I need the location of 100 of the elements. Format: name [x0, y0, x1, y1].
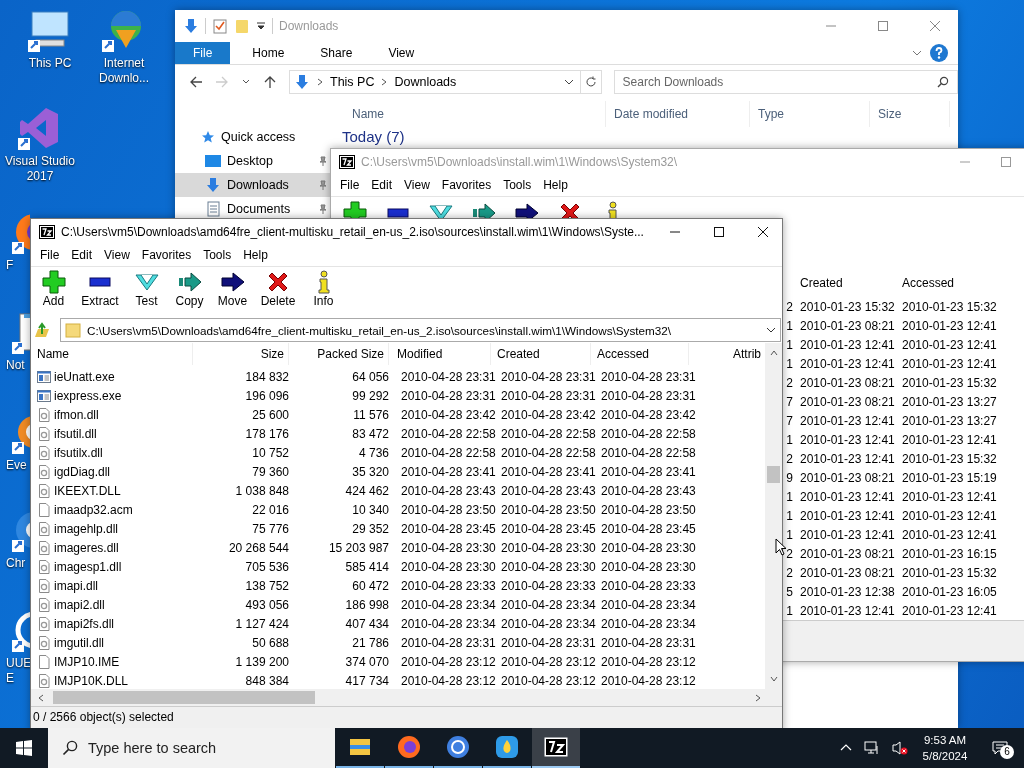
path-field[interactable]: C:\Users\vm5\Downloads\amd64fre_client-multisku_retail_en-us_2.iso\sources\install.wim\1\Windows\System32\: [60, 318, 781, 342]
scroll-up-icon[interactable]: [769, 349, 778, 357]
column-header[interactable]: Created: [798, 276, 900, 290]
breadcrumb-item[interactable]: This PC: [330, 75, 375, 89]
file-name-cell[interactable]: imagehlp.dll: [33, 521, 197, 536]
desktop-icon-label[interactable]: Chr: [6, 556, 32, 571]
toolbar-button[interactable]: Move: [212, 267, 253, 308]
file-name-cell[interactable]: imaadp32.acm: [33, 502, 197, 517]
ribbon-tab[interactable]: Home: [238, 42, 299, 64]
toolbar-button[interactable]: Copy: [169, 267, 210, 308]
breadcrumb-item[interactable]: Downloads: [394, 75, 457, 89]
desktop-icon-label[interactable]: UUE E: [6, 656, 32, 686]
scroll-thumb[interactable]: [767, 466, 780, 483]
desktop-icon-label[interactable]: This PC: [28, 56, 72, 71]
horizontal-scrollbar[interactable]: [31, 689, 782, 706]
checklist-icon[interactable]: [212, 18, 228, 34]
file-name-cell[interactable]: IMJP10.IME: [33, 654, 197, 669]
desktop-icon-label[interactable]: Not: [6, 358, 32, 373]
column-header[interactable]: Name: [330, 101, 606, 127]
column-header[interactable]: Type: [750, 101, 870, 127]
file-icon: [37, 502, 51, 517]
vertical-scrollbar[interactable]: [765, 343, 782, 689]
ribbon-tab[interactable]: Share: [306, 42, 367, 64]
network-icon[interactable]: [864, 740, 880, 756]
menu-item[interactable]: Tools: [497, 178, 538, 192]
file-name-cell[interactable]: imgutil.dll: [33, 635, 197, 650]
monitor-icon[interactable]: [28, 8, 72, 52]
menu-item[interactable]: File: [334, 178, 366, 192]
scroll-right-icon[interactable]: [754, 693, 762, 702]
download-arrow-icon[interactable]: [183, 18, 199, 34]
clock-button[interactable]: 9:53 AM 5/8/2024: [914, 732, 976, 764]
file-name-cell[interactable]: imapi.dll: [33, 578, 197, 593]
file-name-cell[interactable]: IKEEXT.DLL: [33, 483, 197, 498]
nav-item[interactable]: Downloads: [175, 173, 330, 197]
chevron-down-icon[interactable]: [563, 77, 574, 87]
caret-icon[interactable]: [256, 21, 266, 31]
speaker-muted-icon[interactable]: [892, 740, 908, 756]
scroll-down-icon[interactable]: [769, 675, 778, 683]
back-arrow-icon[interactable]: [189, 75, 203, 89]
menu-item[interactable]: Help: [237, 248, 274, 262]
browser-circle-icon: [446, 735, 470, 759]
menu-item[interactable]: Edit: [65, 248, 99, 262]
column-header[interactable]: Packed Size: [289, 343, 389, 365]
desktop-icon-label[interactable]: Eve: [6, 458, 32, 473]
menu-item[interactable]: File: [34, 248, 66, 262]
desktop-icon-label[interactable]: Internet Downlo...: [88, 56, 160, 86]
toolbar-button[interactable]: Delete: [255, 267, 301, 308]
column-header[interactable]: Name: [33, 343, 193, 365]
search-field[interactable]: Search Downloads: [613, 70, 958, 94]
ribbon-tab[interactable]: File: [175, 42, 231, 64]
file-name-cell[interactable]: iexpress.exe: [33, 388, 197, 403]
file-name-cell[interactable]: imapi2.dll: [33, 597, 197, 612]
menu-item[interactable]: Favorites: [135, 248, 198, 262]
notifications-button[interactable]: 6: [980, 728, 1020, 768]
column-header[interactable]: Attrib: [689, 343, 761, 365]
column-header[interactable]: Size: [870, 101, 950, 127]
file-name-cell[interactable]: ifsutil.dll: [33, 426, 197, 441]
menu-item[interactable]: Edit: [365, 178, 399, 192]
download-arrow-icon: [294, 74, 310, 90]
scroll-thumb[interactable]: [53, 691, 315, 704]
ribbon-tab[interactable]: View: [374, 42, 429, 64]
nav-item[interactable]: Desktop: [175, 149, 330, 173]
help-icon[interactable]: [930, 44, 948, 62]
cross-icon: [266, 270, 290, 294]
file-name-cell[interactable]: ifmon.dll: [33, 407, 197, 422]
file-name-cell[interactable]: imapi2fs.dll: [33, 616, 197, 631]
menu-item[interactable]: Tools: [197, 248, 238, 262]
file-name-cell[interactable]: ifsutilx.dll: [33, 445, 197, 460]
scroll-left-icon[interactable]: [37, 693, 45, 702]
taskbar-search-field[interactable]: Type here to search: [48, 728, 335, 768]
file-name-cell[interactable]: igdDiag.dll: [33, 464, 197, 479]
taskbar-app-button[interactable]: [532, 728, 580, 768]
table-cell-text: 2010-04-28 23:31: [400, 635, 495, 650]
up-arrow-icon[interactable]: [263, 75, 277, 89]
group-header[interactable]: Today (7): [330, 127, 958, 147]
column-header[interactable]: Accessed: [900, 276, 1002, 290]
toolbar-button[interactable]: Test: [126, 267, 167, 308]
table-cell-text: 374 070: [344, 654, 390, 669]
nav-item[interactable]: Quick access: [175, 125, 330, 149]
file-name-cell[interactable]: IMJP10K.DLL: [33, 673, 197, 688]
column-header[interactable]: Date modified: [606, 101, 750, 127]
file-name-cell[interactable]: imagesp1.dll: [33, 559, 197, 574]
chevron-down-icon[interactable]: [766, 325, 776, 335]
menu-item[interactable]: Favorites: [435, 178, 498, 192]
menu-item[interactable]: View: [98, 248, 136, 262]
menu-item[interactable]: View: [398, 178, 436, 192]
toolbar-button[interactable]: Extract: [76, 267, 124, 308]
desktop-icon-label[interactable]: F: [6, 258, 32, 273]
column-header[interactable]: Size: [193, 343, 289, 365]
column-header[interactable]: Created: [491, 343, 591, 365]
menu-item[interactable]: Help: [537, 178, 574, 192]
address-bar[interactable]: This PC Downloads: [289, 70, 602, 94]
file-name-cell[interactable]: ieUnatt.exe: [33, 369, 197, 384]
file-name-cell[interactable]: imageres.dll: [33, 540, 197, 555]
nav-item[interactable]: Documents: [175, 197, 330, 221]
toolbar-button[interactable]: Add: [33, 267, 74, 308]
toolbar-button[interactable]: Info: [303, 267, 344, 308]
desktop-icon-label[interactable]: Visual Studio 2017: [4, 154, 76, 184]
column-header[interactable]: Accessed: [591, 343, 689, 365]
column-header[interactable]: Modified: [389, 343, 491, 365]
